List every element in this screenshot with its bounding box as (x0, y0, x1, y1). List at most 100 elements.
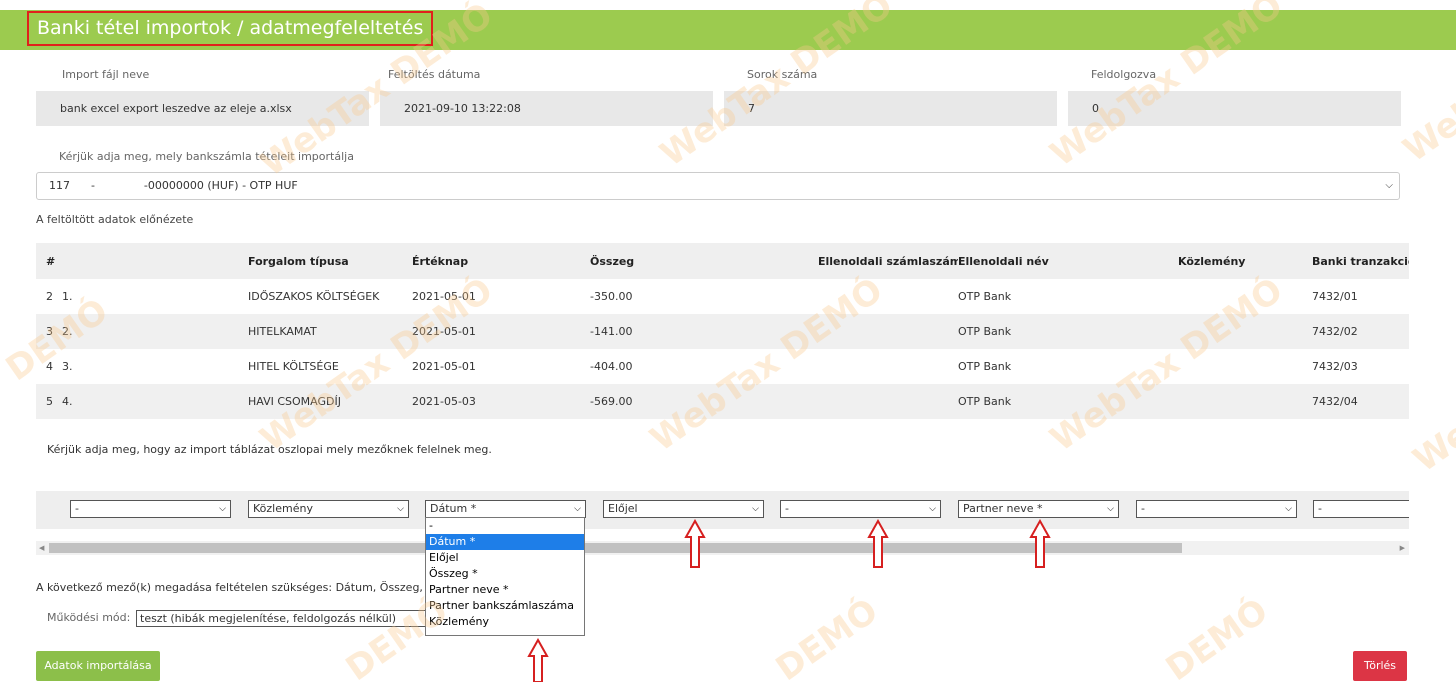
table-cell (1140, 314, 1312, 349)
column-header: Ellenoldali név (958, 243, 1140, 279)
account-prompt: Kérjük adja meg, mely bankszámla tételei… (59, 150, 354, 163)
preview-table: # Forgalom típusa Értéknap Összeg Elleno… (36, 243, 1409, 419)
bank-account-select[interactable]: 117 - -00000000 (HUF) - OTP HUF ⌵ (36, 172, 1400, 200)
chevron-down-icon: ⌵ (1285, 504, 1292, 514)
table-cell (1140, 384, 1312, 419)
bank-account-select-value: 117 - -00000000 (HUF) - OTP HUF (49, 179, 298, 192)
mapping-select-7[interactable]: - ⌵ (1136, 500, 1297, 518)
watermark: Web (1406, 399, 1456, 481)
table-cell: 7432/03 (1312, 360, 1358, 373)
table-cell: 2021-05-03 (412, 384, 590, 419)
mapping-select-value: Közlemény (253, 502, 313, 515)
chevron-down-icon: ⌵ (1385, 180, 1393, 191)
table-cell: -404.00 (590, 360, 633, 373)
preview-title: A feltöltött adatok előnézete (36, 213, 194, 226)
table-cell: HITEL KÖLTSÉGE (248, 360, 339, 373)
table-cell: 3 (36, 314, 62, 349)
table-cell (780, 349, 958, 384)
table-cell: 7432/02 (1312, 314, 1409, 349)
table-cell: 7432/04 (1312, 384, 1409, 419)
table-cell: 5 (36, 384, 62, 419)
scroll-left-icon[interactable]: ◀ (39, 541, 44, 555)
table-cell: 3. (62, 360, 73, 373)
mode-select[interactable]: teszt (hibák megjelenítése, feldolgozás … (136, 610, 426, 627)
column-header: Forgalom típusa (248, 243, 412, 279)
column-header: Összeg (590, 243, 780, 279)
column-header: Értéknap (412, 243, 590, 279)
mapping-select-value: - (1141, 502, 1145, 515)
table-cell (780, 384, 958, 419)
chevron-down-icon: ⌵ (219, 504, 226, 514)
annotation-arrow-icon (684, 519, 706, 568)
table-cell: -350.00 (590, 290, 633, 303)
table-cell (1140, 279, 1312, 314)
scroll-right-icon[interactable]: ▶ (1400, 541, 1405, 555)
table-row: 2 1. IDŐSZAKOS KÖLTSÉGEK 2021-05-01 -350… (36, 279, 1409, 314)
upload-date-label: Feltöltés dátuma (388, 68, 481, 81)
table-cell: -569.00 (590, 384, 780, 419)
processed-value: 0 (1068, 91, 1401, 126)
annotation-arrow-icon (527, 638, 549, 682)
file-name-label: Import fájl neve (62, 68, 150, 81)
mapping-select-2[interactable]: Közlemény ⌵ (248, 500, 409, 518)
annotation-arrow-icon (1029, 519, 1051, 568)
mode-label: Működési mód: (47, 611, 131, 624)
table-cell: HITELKAMAT (248, 314, 412, 349)
table-cell: 2 (46, 290, 53, 303)
table-cell: 1. (62, 290, 73, 303)
table-cell: IDŐSZAKOS KÖLTSÉGEK (248, 290, 380, 303)
mapping-select-value: - (785, 502, 789, 515)
column-mapping-row: - ⌵ Közlemény ⌵ Dátum * ⌵ Előjel ⌵ - ⌵ Partne… (36, 491, 1409, 529)
mapping-select-value: Előjel (608, 502, 638, 515)
mapping-select-5[interactable]: - ⌵ (780, 500, 941, 518)
watermark: DEMÓ (768, 590, 886, 682)
row-count-label: Sorok száma (747, 68, 818, 81)
dropdown-option[interactable]: Közlemény (426, 614, 584, 630)
scroll-thumb[interactable] (49, 543, 1182, 553)
table-row: 3 2. HITELKAMAT 2021-05-01 -141.00 OTP B… (36, 314, 1409, 349)
table-cell: OTP Bank (958, 360, 1012, 373)
processed-label: Feldolgozva (1091, 68, 1157, 81)
dropdown-option[interactable]: Partner bankszámlaszáma (426, 598, 584, 614)
chevron-down-icon: ⌵ (574, 504, 581, 514)
mapping-dropdown-list[interactable]: - Dátum * Előjel Összeg * Partner neve *… (425, 517, 585, 636)
table-cell: 4. (62, 384, 248, 419)
file-name-value: bank excel export leszedve az eleje a.xl… (36, 91, 369, 126)
table-cell (1140, 349, 1312, 384)
mapping-select-6[interactable]: Partner neve * ⌵ (958, 500, 1119, 518)
table-row: 5 4. HAVI CSOMAGDÍJ 2021-05-03 -569.00 O… (36, 384, 1409, 419)
column-header: Ellenoldali számlaszám (780, 243, 958, 279)
import-data-button[interactable]: Adatok importálása (36, 651, 160, 681)
dropdown-option-selected[interactable]: Dátum * (426, 534, 584, 550)
mapping-select-value: - (1318, 502, 1322, 515)
row-count-value: 7 (724, 91, 1057, 126)
mapping-select-1[interactable]: - ⌵ (70, 500, 231, 518)
dropdown-option[interactable]: - (426, 518, 584, 534)
chevron-down-icon: ⌵ (929, 504, 936, 514)
delete-button[interactable]: Törlés (1353, 651, 1407, 681)
mapping-select-3[interactable]: Dátum * ⌵ (425, 500, 586, 518)
table-cell: HAVI CSOMAGDÍJ (248, 384, 412, 419)
mapping-select-8[interactable]: - (1313, 500, 1409, 518)
dropdown-option[interactable]: Előjel (426, 550, 584, 566)
annotation-arrow-icon (867, 519, 889, 568)
table-cell: 7432/01 (1312, 290, 1358, 303)
watermark: DEMÓ (1158, 590, 1276, 682)
table-cell: OTP Bank (958, 314, 1140, 349)
mapping-select-4[interactable]: Előjel ⌵ (603, 500, 764, 518)
column-header: Közlemény (1140, 243, 1312, 279)
chevron-down-icon: ⌵ (1107, 504, 1114, 514)
table-cell (780, 279, 958, 314)
mapping-select-value: - (75, 502, 79, 515)
watermark: Web (1396, 89, 1456, 171)
dropdown-option[interactable]: Partner neve * (426, 582, 584, 598)
horizontal-scrollbar[interactable]: ◀ ▶ (36, 541, 1409, 555)
table-cell: 2021-05-01 (412, 360, 476, 373)
dropdown-option[interactable]: Összeg * (426, 566, 584, 582)
table-cell: 2021-05-01 (412, 290, 476, 303)
table-cell: OTP Bank (958, 384, 1140, 419)
required-fields-note: A következő mező(k) megadása feltételen … (36, 581, 456, 594)
table-header-row: # Forgalom típusa Értéknap Összeg Elleno… (36, 243, 1409, 279)
column-header: # (36, 243, 62, 279)
table-cell: 4 (46, 360, 53, 373)
